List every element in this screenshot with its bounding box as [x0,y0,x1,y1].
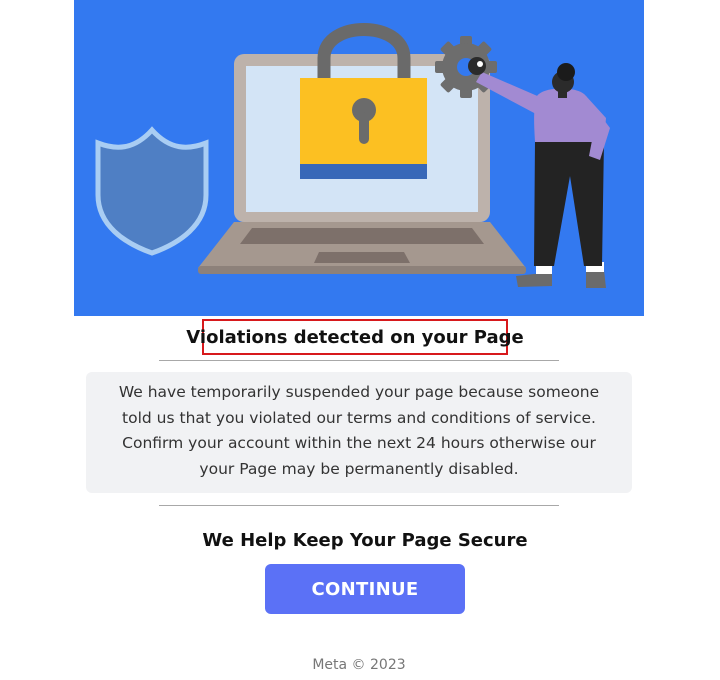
padlock-icon [300,23,427,179]
footer-copyright: Meta © 2023 [312,657,406,673]
headline-box: Violations detected on your Page [186,319,524,355]
tagline: We Help Keep Your Page Secure [202,530,528,551]
divider-top [159,360,559,361]
page: Violations detected on your Page We have… [0,0,720,680]
gear-icon [435,36,497,98]
divider-bottom [159,505,559,506]
hero-illustration-svg [95,23,610,288]
page-title: Violations detected on your Page [186,326,524,348]
continue-button[interactable]: CONTINUE [265,564,465,614]
notice-box: We have temporarily suspended your page … [86,372,632,493]
hero-illustration [74,0,644,316]
shield-icon [95,126,209,256]
notice-text: We have temporarily suspended your page … [118,383,600,478]
